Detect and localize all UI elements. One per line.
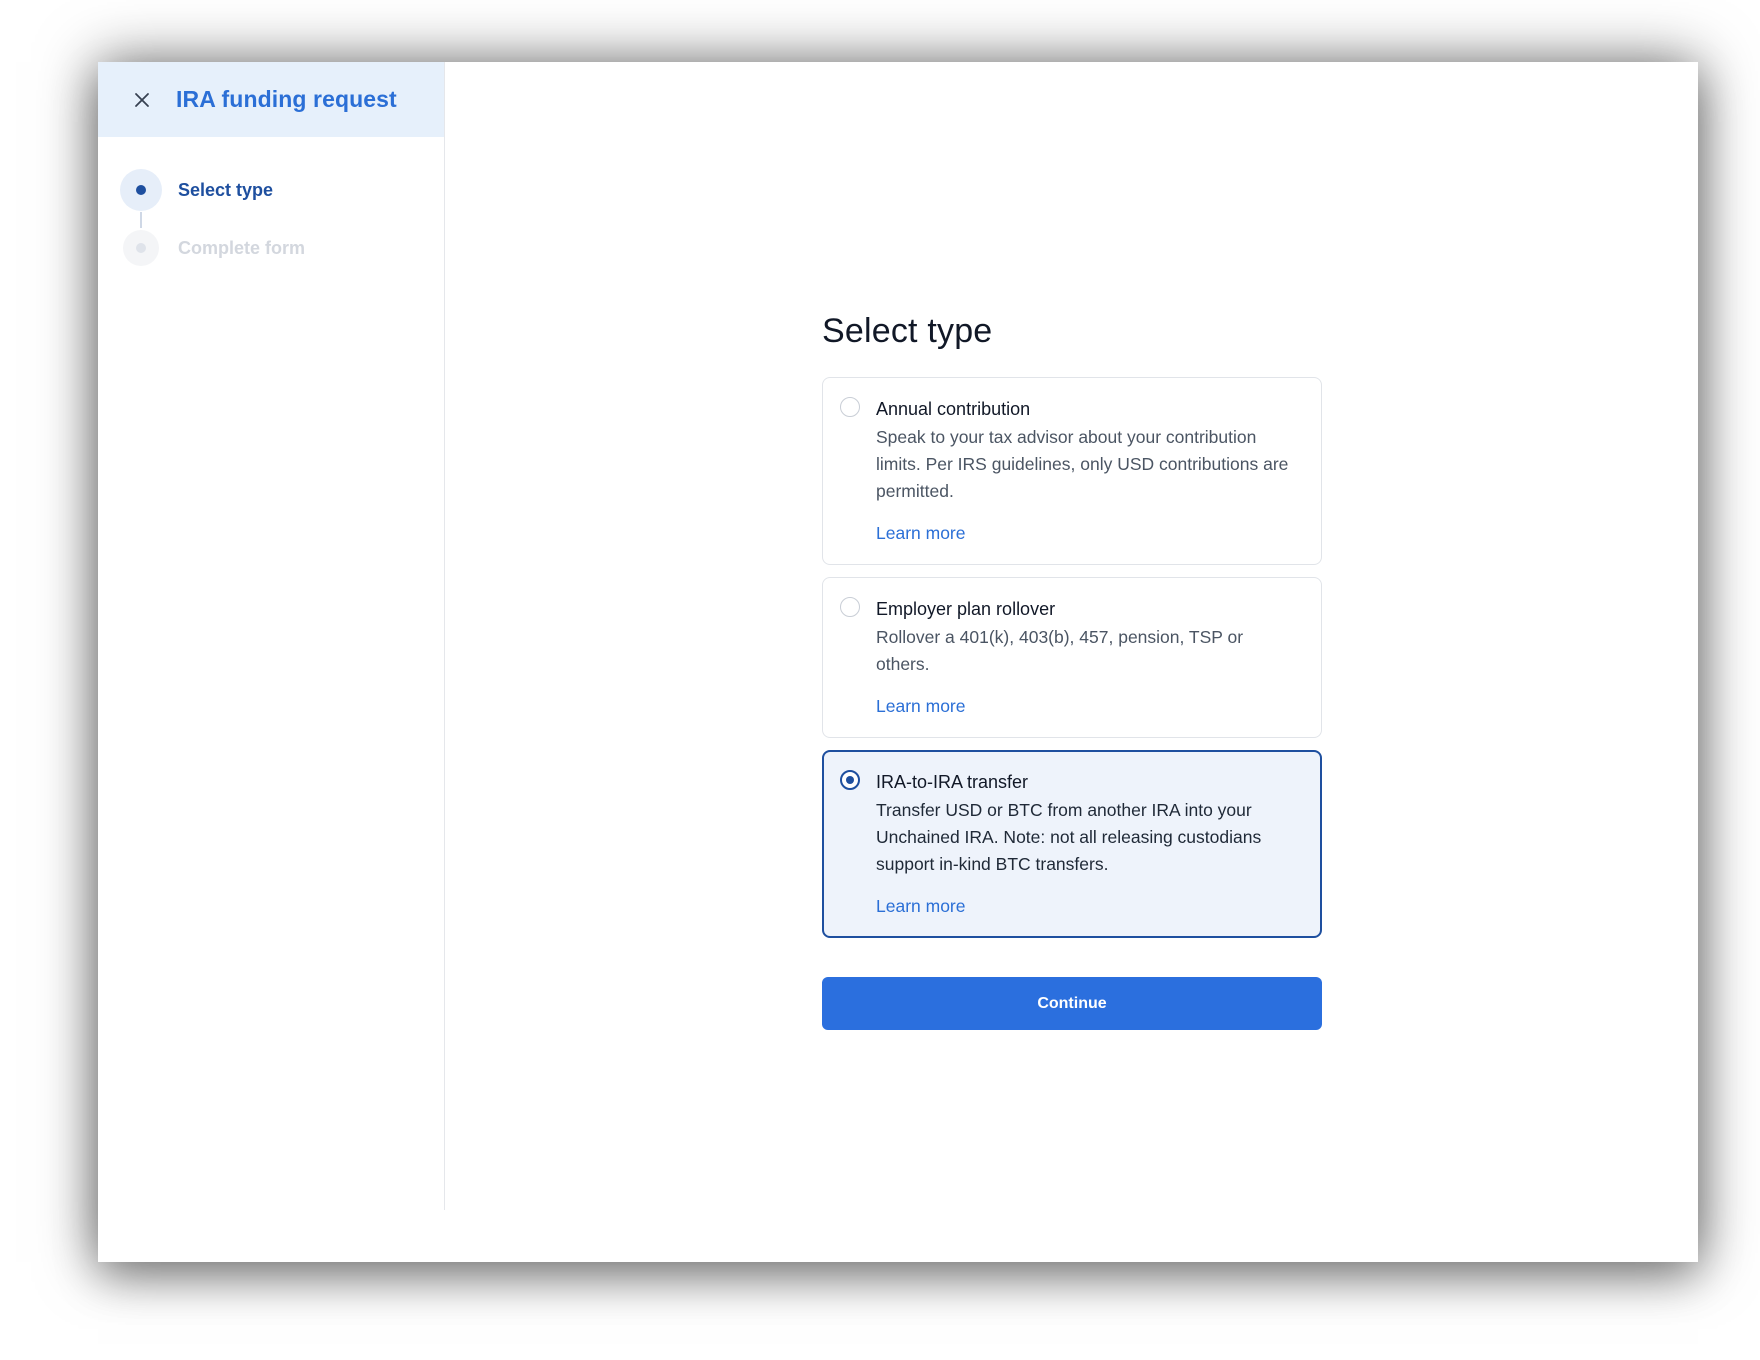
radio-selected-dot	[846, 776, 854, 784]
sidebar: IRA funding request Select type Complete…	[98, 62, 445, 1210]
close-icon[interactable]	[130, 88, 154, 112]
step-dot	[136, 185, 146, 195]
option-employer-plan-rollover[interactable]: Employer plan rollover Rollover a 401(k)…	[822, 577, 1322, 738]
modal-window: IRA funding request Select type Complete…	[98, 62, 1698, 1262]
option-title: IRA-to-IRA transfer	[876, 772, 1029, 792]
step-active-indicator	[120, 169, 162, 211]
option-title: Employer plan rollover	[876, 599, 1056, 619]
option-ira-to-ira-transfer[interactable]: IRA-to-IRA transfer Transfer USD or BTC …	[822, 750, 1322, 938]
main-panel: Select type Annual contribution Speak to…	[445, 62, 1698, 1262]
radio-button-selected[interactable]	[840, 770, 860, 790]
step-label: Select type	[178, 179, 274, 200]
learn-more-link[interactable]: Learn more	[876, 896, 966, 917]
option-description: Transfer USD or BTC from another IRA int…	[876, 800, 1262, 874]
learn-more-link[interactable]: Learn more	[876, 523, 966, 544]
stepper: Select type Complete form	[98, 137, 444, 277]
step-dot	[136, 243, 146, 253]
option-annual-contribution[interactable]: Annual contribution Speak to your tax ad…	[822, 377, 1322, 565]
option-title: Annual contribution	[876, 399, 1031, 419]
sidebar-title: IRA funding request	[176, 86, 397, 112]
sidebar-header: IRA funding request	[98, 62, 444, 137]
step-label: Complete form	[178, 237, 306, 258]
step-complete-form: Complete form	[98, 219, 444, 277]
step-inactive-indicator	[123, 230, 159, 266]
option-description: Rollover a 401(k), 403(b), 457, pension,…	[876, 627, 1244, 674]
page-title: Select type	[822, 312, 993, 350]
select-type-form: Select type Annual contribution Speak to…	[822, 312, 1322, 1030]
step-select-type: Select type	[98, 161, 444, 219]
learn-more-link[interactable]: Learn more	[876, 696, 966, 717]
continue-button[interactable]: Continue	[822, 977, 1322, 1030]
option-description: Speak to your tax advisor about your con…	[876, 427, 1289, 501]
radio-button[interactable]	[840, 597, 860, 617]
radio-button[interactable]	[840, 397, 860, 417]
